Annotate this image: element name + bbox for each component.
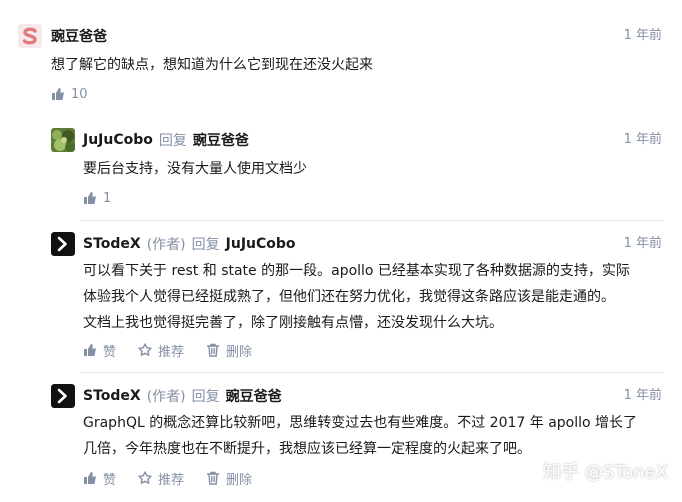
like-label: 赞 xyxy=(103,344,117,360)
comment-text: 想了解它的缺点，想知道为什么它到现在还没火起来 xyxy=(51,52,373,78)
thumbs-up-icon xyxy=(84,344,96,356)
delete-button[interactable]: 删除 xyxy=(206,469,252,488)
reply-text: 要后台支持，没有大量人使用文档少 xyxy=(83,156,307,182)
reply-word: 回复 xyxy=(191,237,220,253)
avatar[interactable] xyxy=(51,128,75,152)
recommend-button[interactable]: 推荐 xyxy=(138,469,184,488)
trash-icon xyxy=(206,471,220,485)
delete-button[interactable]: 删除 xyxy=(206,341,252,360)
thumbs-up-icon xyxy=(52,88,64,100)
delete-label: 删除 xyxy=(226,472,253,488)
like-button[interactable]: 10 xyxy=(51,87,88,102)
author-tag: (作者) xyxy=(146,237,186,253)
like-button[interactable]: 1 xyxy=(83,191,111,206)
reply-header: JuJuCobo 回复 豌豆爸爸 xyxy=(83,128,249,152)
recommend-label: 推荐 xyxy=(158,344,185,360)
comment-item: 豌豆爸爸 1 年前 想了解它的缺点，想知道为什么它到现在还没火起来 10 xyxy=(0,0,682,116)
author-name[interactable]: 豌豆爸爸 xyxy=(51,26,107,46)
like-label: 赞 xyxy=(103,472,117,488)
like-count: 10 xyxy=(71,86,88,102)
timestamp: 1 年前 xyxy=(623,132,662,147)
like-count: 1 xyxy=(103,190,112,206)
author-name[interactable]: STodeX xyxy=(83,388,141,404)
star-icon xyxy=(138,343,152,356)
delete-label: 删除 xyxy=(226,344,253,360)
reply-line: 要后台支持，没有大量人使用文档少 xyxy=(83,161,307,177)
reply-actions: 赞 推荐 删除 xyxy=(83,340,274,360)
reply-header: STodeX (作者) 回复 JuJuCobo xyxy=(83,232,296,256)
reply-text: GraphQL 的概念还算比较新吧，思维转变过去也有些难度。不过 2017 年 … xyxy=(83,410,637,462)
reply-word: 回复 xyxy=(158,133,187,149)
avatar[interactable] xyxy=(51,232,75,256)
reply-header: STodeX (作者) 回复 豌豆爸爸 xyxy=(83,384,282,408)
like-button[interactable]: 赞 xyxy=(83,469,116,488)
reply-line: GraphQL 的概念还算比较新吧，思维转变过去也有些难度。不过 2017 年 … xyxy=(83,415,638,431)
divider xyxy=(80,372,664,373)
reply-line: 可以看下关于 rest 和 state 的那一段。apollo 已经基本实现了各… xyxy=(83,263,630,279)
thumbs-up-icon xyxy=(84,472,96,484)
recommend-label: 推荐 xyxy=(158,472,185,488)
reply-item: STodeX (作者) 回复 JuJuCobo 1 年前 可以看下关于 rest… xyxy=(50,220,682,372)
avatar[interactable] xyxy=(18,24,42,48)
comment-actions: 10 xyxy=(51,84,110,104)
avatar[interactable] xyxy=(51,384,75,408)
reply-line: 体验我个人觉得已经挺成熟了，但他们还在努力优化，我觉得这条路应该是能走通的。 xyxy=(83,289,615,305)
reply-line: 文档上我也觉得挺完善了，除了刚接触有点懵，还没发现什么大坑。 xyxy=(83,315,503,331)
author-name[interactable]: STodeX xyxy=(83,236,141,252)
timestamp: 1 年前 xyxy=(623,28,662,43)
thumbs-up-icon xyxy=(84,192,96,204)
author-tag: (作者) xyxy=(146,389,186,405)
reply-actions: 赞 推荐 删除 xyxy=(83,468,274,488)
comment-line: 想了解它的缺点，想知道为什么它到现在还没火起来 xyxy=(51,57,373,73)
reply-target-name[interactable]: JuJuCobo xyxy=(226,236,296,252)
timestamp: 1 年前 xyxy=(623,236,662,251)
like-button[interactable]: 赞 xyxy=(83,341,116,360)
reply-text: 可以看下关于 rest 和 state 的那一段。apollo 已经基本实现了各… xyxy=(83,258,630,336)
reply-item: JuJuCobo 回复 豌豆爸爸 1 年前 要后台支持，没有大量人使用文档少 1 xyxy=(50,116,682,220)
watermark: 知乎 @STonеX xyxy=(543,462,668,483)
comment-header: 豌豆爸爸 xyxy=(51,24,107,48)
reply-word: 回复 xyxy=(191,389,220,405)
timestamp: 1 年前 xyxy=(623,388,662,403)
recommend-button[interactable]: 推荐 xyxy=(138,341,184,360)
star-icon xyxy=(138,471,152,484)
divider xyxy=(80,220,664,221)
reply-target-name[interactable]: 豌豆爸爸 xyxy=(193,130,249,150)
author-name[interactable]: JuJuCobo xyxy=(83,132,153,148)
trash-icon xyxy=(206,343,220,357)
reply-target-name[interactable]: 豌豆爸爸 xyxy=(226,386,282,406)
reply-actions: 1 xyxy=(83,188,133,208)
